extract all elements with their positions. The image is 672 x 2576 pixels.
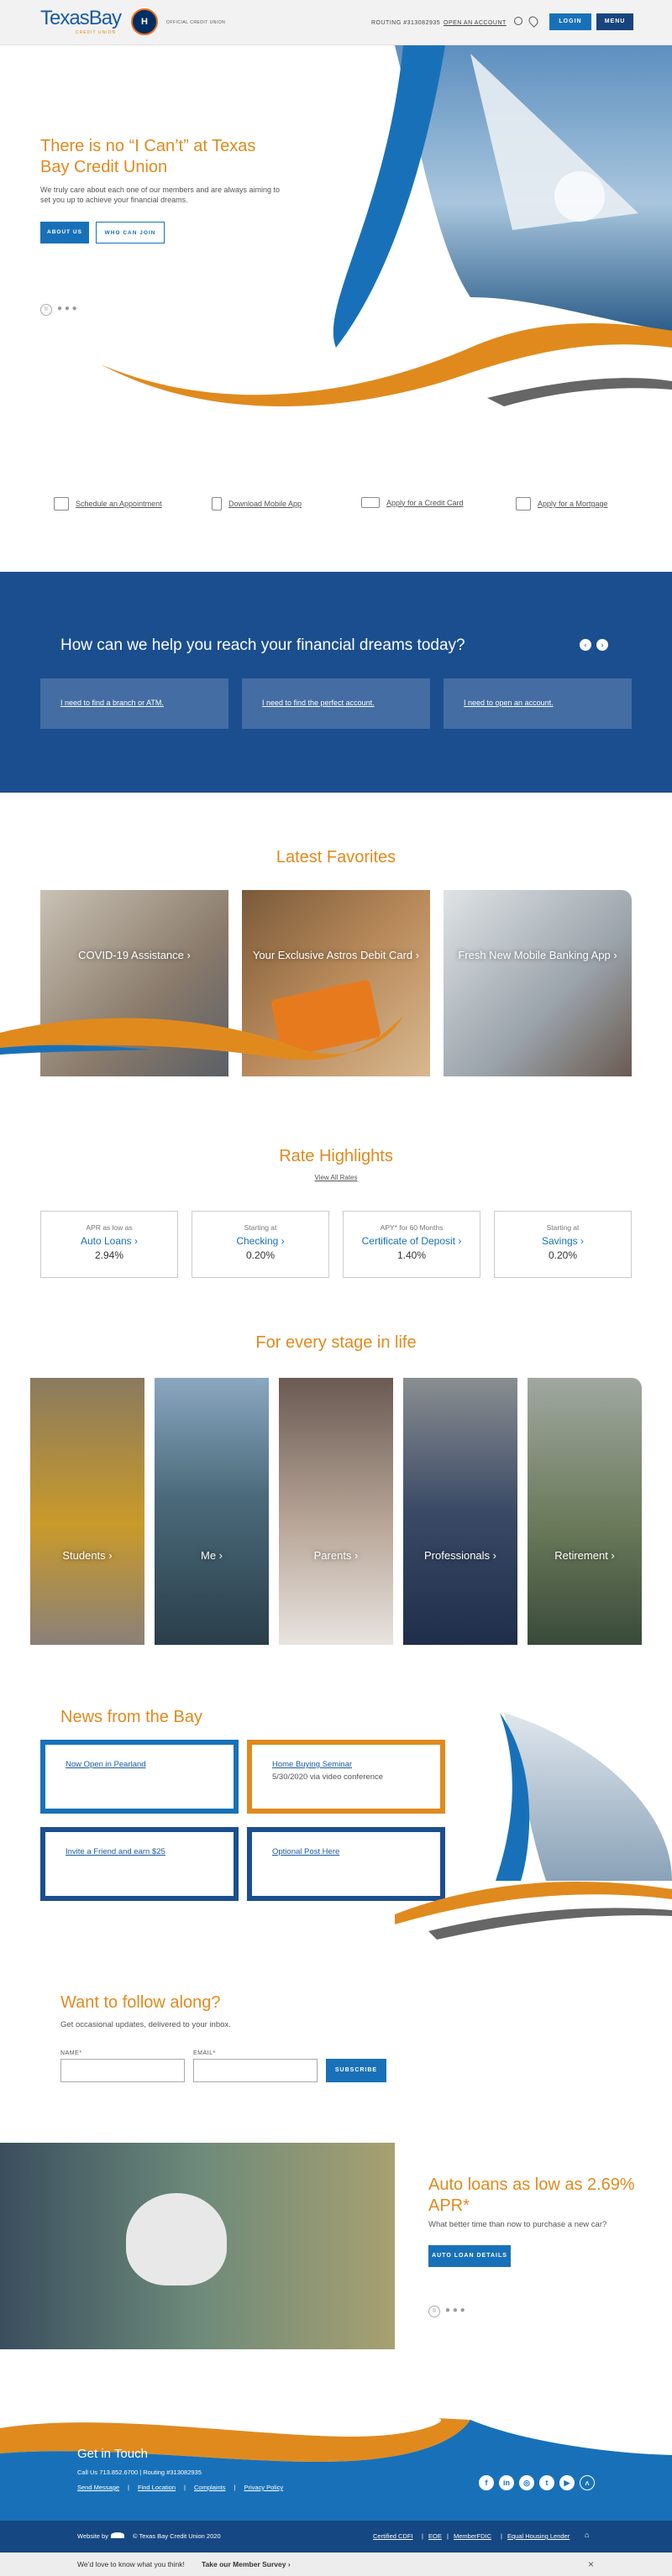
cdfi-link[interactable]: Certified CDFI — [373, 2532, 413, 2540]
facebook-icon[interactable]: f — [479, 2475, 494, 2490]
rate-certificate[interactable]: APY* for 60 Months Certificate of Deposit… — [343, 1211, 480, 1278]
open-account-link[interactable]: OPEN AN ACCOUNT — [444, 20, 507, 26]
rate-checking[interactable]: Starting at Checking › 0.20% — [192, 1211, 329, 1278]
stage-me[interactable]: Me › — [155, 1378, 269, 1645]
find-location-link[interactable]: Find Location — [138, 2484, 176, 2491]
view-all-rates-link[interactable]: View All Rates — [0, 1174, 672, 1181]
promo-text: What better time than now to purchase a … — [428, 2220, 607, 2229]
hero-carousel-dots[interactable]: ● ● ● — [57, 304, 77, 313]
promo-dog-image — [0, 2143, 395, 2349]
name-field[interactable] — [60, 2059, 185, 2082]
credit-card-icon — [361, 497, 380, 508]
house-icon — [516, 497, 531, 510]
pause-icon[interactable]: II — [40, 304, 52, 316]
footer-links: Send Message | Find Location | Complaints |… — [77, 2484, 284, 2491]
quicklink-credit-card[interactable]: Apply for a Credit Card — [361, 497, 464, 508]
survey-link[interactable]: Take our Member Survey › — [202, 2560, 291, 2568]
email-field[interactable] — [193, 2059, 318, 2082]
complaints-link[interactable]: Complaints — [194, 2484, 226, 2491]
news-item-pearland[interactable]: Now Open in Pearland — [40, 1740, 239, 1814]
stage-retirement[interactable]: Retirement › — [528, 1378, 642, 1645]
next-arrow-icon[interactable]: › — [596, 639, 608, 651]
news-title: News from the Bay — [60, 1708, 202, 1726]
footer-contact: Call Us 713.852.6700 | Routing #31308293… — [77, 2469, 202, 2476]
favorites-swoosh — [0, 1016, 403, 1060]
login-button[interactable]: LOGIN — [549, 13, 591, 30]
search-icon[interactable] — [514, 17, 522, 25]
rates-title: Rate Highlights — [279, 1147, 393, 1165]
help-band-title: How can we help you reach your financial… — [60, 636, 465, 654]
logo-subtitle: CREDIT UNION — [76, 30, 117, 35]
help-option-branch[interactable]: I need to find a branch or ATM. — [40, 678, 228, 729]
member-fdic-link[interactable]: MemberFDIC — [454, 2532, 491, 2540]
send-message-link[interactable]: Send Message — [77, 2484, 119, 2491]
quicklink-mortgage[interactable]: Apply for a Mortgage — [516, 497, 608, 510]
survey-bar: We’d love to know what you think! Take o… — [0, 2552, 672, 2576]
stage-students[interactable]: Students › — [30, 1378, 144, 1645]
instagram-icon[interactable]: ◎ — [519, 2475, 534, 2490]
email-label: EMAIL* — [193, 2050, 216, 2056]
menu-button[interactable]: MENU — [596, 13, 633, 30]
dog-illustration — [126, 2193, 227, 2285]
news-item-invite[interactable]: Invite a Friend and earn $25 — [40, 1827, 239, 1901]
twitter-icon[interactable]: t — [539, 2475, 554, 2490]
stage-professionals[interactable]: Professionals › — [403, 1378, 517, 1645]
promo-pause-icon[interactable]: II — [428, 2306, 440, 2317]
follow-subtitle: Get occasional updates, delivered to you… — [60, 2020, 231, 2029]
rate-savings[interactable]: Starting at Savings › 0.20% — [494, 1211, 632, 1278]
routing-number: ROUTING #313082935 — [371, 20, 441, 26]
agency-logo-icon[interactable] — [111, 2532, 124, 2538]
footer-title: Get in Touch — [77, 2447, 148, 2461]
about-us-button[interactable]: ABOUT US — [40, 222, 89, 243]
help-option-account[interactable]: I need to find the perfect account. — [242, 678, 430, 729]
eoe-link[interactable]: EOE — [428, 2532, 442, 2540]
mobile-icon — [212, 497, 222, 510]
subscribe-button[interactable]: SUBSCRIBE — [326, 2059, 386, 2082]
hero-text: We truly care about each one of our memb… — [40, 186, 280, 204]
follow-title: Want to follow along? — [60, 1993, 221, 2012]
official-credit-union-text: OFFICIAL CREDIT UNION — [166, 20, 226, 25]
stages-title: For every stage in life — [255, 1333, 417, 1352]
quicklink-mobile-app[interactable]: Download Mobile App — [212, 497, 302, 510]
privacy-policy-link[interactable]: Privacy Policy — [244, 2484, 283, 2491]
sailboat-graphic — [395, 1713, 672, 1940]
hero-title: There is no “I Can’t” at Texas Bay Credi… — [40, 137, 256, 176]
quicklink-appointment[interactable]: Schedule an Appointment — [54, 497, 162, 510]
back-to-top-icon[interactable]: ˄ — [580, 2475, 595, 2490]
hero-graphic — [101, 45, 672, 406]
name-label: NAME* — [60, 2050, 82, 2056]
linkedin-icon[interactable]: in — [499, 2475, 514, 2490]
auto-loan-details-button[interactable]: AUTO LOAN DETAILS — [428, 2245, 511, 2267]
astros-logo: H — [131, 8, 158, 35]
youtube-icon[interactable]: ▶ — [559, 2475, 575, 2490]
help-option-open[interactable]: I need to open an account. — [444, 678, 632, 729]
rate-auto-loans[interactable]: APR as low as Auto Loans › 2.94% — [40, 1211, 178, 1278]
logo[interactable]: TexasBay — [40, 7, 122, 30]
prev-arrow-icon[interactable]: ‹ — [580, 639, 591, 651]
stage-parents[interactable]: Parents › — [279, 1378, 393, 1645]
close-icon[interactable]: × — [588, 2558, 594, 2570]
favorites-title: Latest Favorites — [276, 848, 396, 867]
equal-housing-link[interactable]: Equal Housing Lender — [507, 2532, 570, 2540]
equal-housing-icon: ⌂ — [585, 2531, 590, 2539]
who-can-join-button[interactable]: WHO CAN JOIN — [96, 222, 165, 243]
sub-footer: Website by © Texas Bay Credit Union 2020… — [0, 2521, 672, 2552]
promo-carousel-dots[interactable]: ● ● ● — [445, 2306, 465, 2315]
calendar-icon — [54, 497, 69, 510]
promo-title: Auto loans as low as 2.69% APR* — [428, 2175, 635, 2215]
